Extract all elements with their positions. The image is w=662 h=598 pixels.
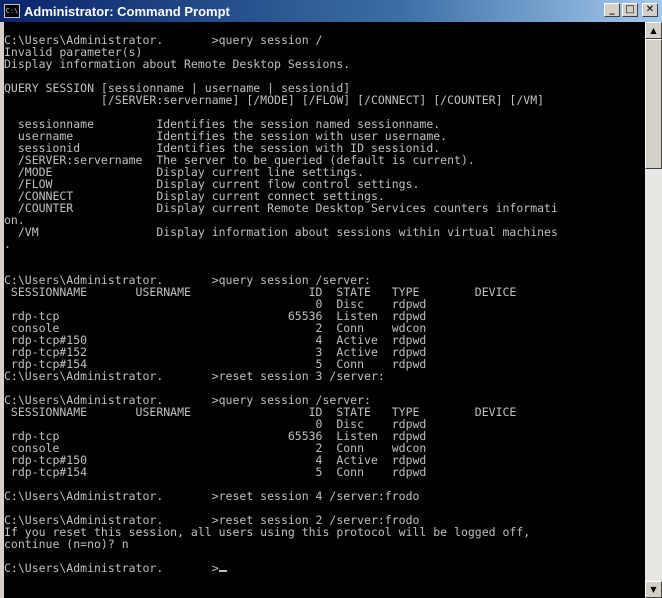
command-prompt-window: C:\ Administrator: Command Prompt _ □ ✕ … <box>0 0 662 598</box>
console-line: rdp-tcp#154 5 Conn rdpwd <box>4 465 427 479</box>
console-line: . <box>4 237 11 251</box>
console-line: /COUNTER Display current Remote Desktop … <box>4 201 558 215</box>
window-controls: _ □ ✕ <box>604 3 658 17</box>
vertical-scrollbar[interactable]: ▲ ▼ <box>645 22 662 598</box>
maximize-button[interactable]: □ <box>622 3 638 17</box>
close-button[interactable]: ✕ <box>642 3 658 17</box>
title-bar[interactable]: C:\ Administrator: Command Prompt _ □ ✕ <box>0 0 662 22</box>
console-line: Display information about Remote Desktop… <box>4 57 351 71</box>
scroll-up-arrow-icon[interactable]: ▲ <box>645 22 662 39</box>
console-line: [/SERVER:servername] [/MODE] [/FLOW] [/C… <box>4 93 545 107</box>
scroll-down-arrow-icon[interactable]: ▼ <box>645 581 662 598</box>
cmd-icon[interactable]: C:\ <box>4 4 20 18</box>
console-output[interactable]: C:\Users\Administrator. >query session /… <box>4 34 645 598</box>
scrollbar-thumb[interactable] <box>645 39 662 169</box>
console-line: C:\Users\Administrator. >reset session 3… <box>4 369 420 383</box>
console-line: C:\Users\Administrator. >reset session 4… <box>4 489 420 503</box>
console-line: C:\Users\Administrator. > <box>4 562 645 574</box>
console-line: continue (n=no)? n <box>4 537 129 551</box>
minimize-button[interactable]: _ <box>604 3 620 17</box>
console-area[interactable]: C:\Users\Administrator. >query session /… <box>4 22 645 598</box>
window-title: Administrator: Command Prompt <box>24 3 230 19</box>
console-line: /VM Display information about sessions w… <box>4 225 558 239</box>
text-cursor <box>218 570 227 572</box>
